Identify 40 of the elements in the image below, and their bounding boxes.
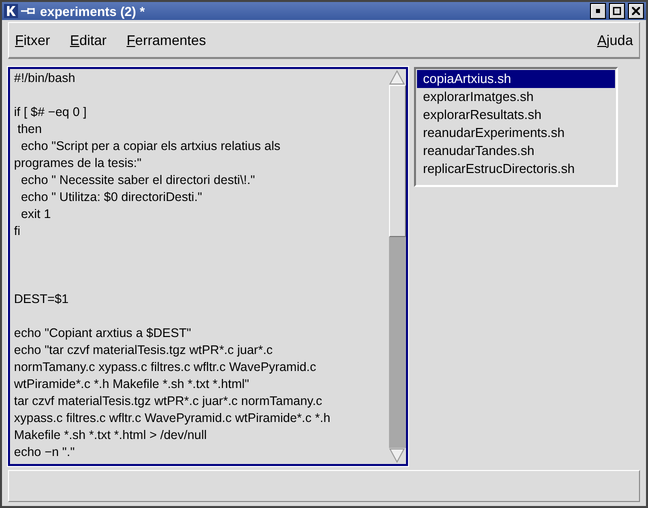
code-line: tar czvf materialTesis.tgz wtPR*.c juar*.c normTamany.c [14,393,324,410]
code-line: echo " Necessite saber el directori desti\!." [20,172,256,189]
menu-item[interactable]: Ferramentes [126,32,206,48]
file-list-item[interactable]: reanudarTandes.sh [417,142,615,160]
menu-item[interactable]: Fitxer [15,32,50,48]
minimize-button[interactable] [590,3,606,19]
minimize-icon [594,7,602,15]
code-line: exit 1 [20,206,52,223]
code-line: DEST=$1 [14,291,70,308]
file-list-item[interactable]: copiaArtxius.sh [417,70,615,88]
code-line: xypass.c filtres.c wfltr.c WavePyramid.c wtPiramide*.c *.h [14,410,332,427]
code-line: if [ $# −eq 0 ] [14,104,88,121]
file-list-item[interactable]: reanudarExperiments.sh [417,124,615,142]
scrollbar[interactable] [389,69,406,464]
file-list-item[interactable]: explorarResultats.sh [417,106,615,124]
file-list-item[interactable]: replicarEstrucDirectoris.sh [417,160,615,178]
code-line: fi [14,223,22,240]
close-button[interactable] [628,3,644,19]
close-icon [632,7,640,15]
code-line: wtPiramide*.c *.h Makefile *.sh *.txt *.html" [14,376,250,393]
menu-item[interactable]: Ajuda [597,32,633,48]
code-line: echo " Utilitza: $0 directoriDesti." [20,189,204,206]
maximize-icon [613,7,621,15]
menu-item[interactable]: Editar [70,32,107,48]
code-line: programes de la tesis:" [14,155,142,172]
scroll-thumb[interactable] [389,85,406,237]
code-line: echo −n "." [14,444,76,461]
app-logo-icon [4,4,18,18]
code-line: #!/bin/bash [14,70,76,87]
pin-icon[interactable] [21,6,37,16]
text-editor[interactable] [8,67,408,466]
maximize-button[interactable] [609,3,625,19]
code-line: then [16,121,43,138]
code-line: normTamany.c xypass.c filtres.c wfltr.c WavePyramid.c [14,359,318,376]
code-line: echo "Script per a copiar els artxius relatius als [20,138,282,155]
code-line: echo "tar czvf materialTesis.tgz wtPR*.c juar*.c [14,342,274,359]
window-title: experiments (2) * [40,4,145,18]
file-list-item[interactable]: explorarImatges.sh [417,88,615,106]
code-line: Makefile *.sh *.txt *.html > /dev/null [14,427,208,444]
code-line: echo "Copiant arxtius a $DEST" [14,325,192,342]
